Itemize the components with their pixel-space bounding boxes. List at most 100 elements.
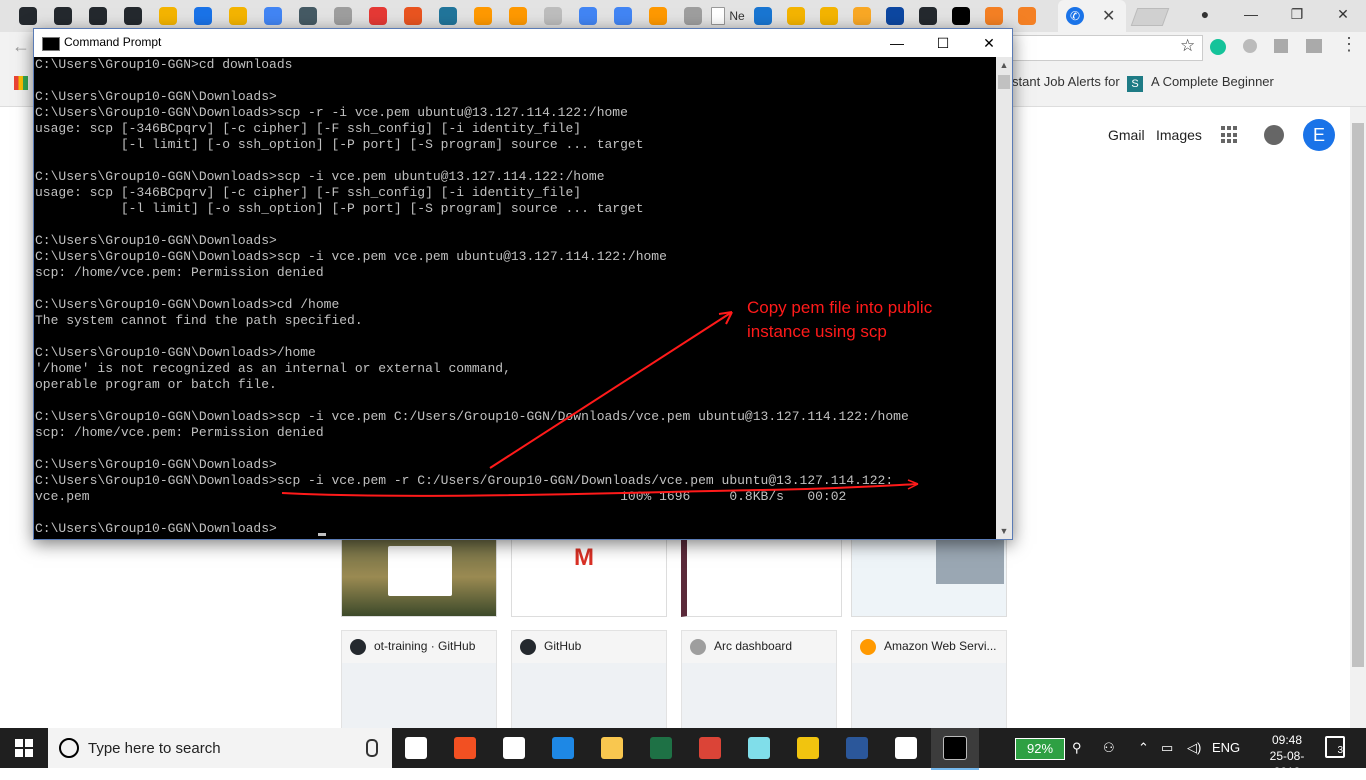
network-icon[interactable]: ▭ xyxy=(1161,740,1173,756)
profile-icon[interactable]: ● xyxy=(1182,0,1228,28)
taskbar-app[interactable] xyxy=(931,728,979,770)
extension-icon[interactable] xyxy=(1306,39,1322,53)
battery-indicator[interactable]: 92% xyxy=(1015,738,1065,760)
volume-icon[interactable]: ◁) xyxy=(1187,740,1201,756)
notification-count: 3 xyxy=(1337,745,1343,756)
address-bar[interactable] xyxy=(1012,35,1203,61)
drive-icon xyxy=(159,7,177,25)
google-apps-icon[interactable] xyxy=(1221,126,1239,144)
taskbar-app[interactable] xyxy=(588,728,636,768)
apps-icon[interactable] xyxy=(14,76,28,90)
file-explorer-icon xyxy=(601,737,623,759)
arrow-up-icon xyxy=(754,7,772,25)
tile-preview xyxy=(682,663,836,729)
extension-icon[interactable] xyxy=(1243,39,1257,53)
mail-icon xyxy=(503,737,525,759)
most-visited-thumbnail[interactable] xyxy=(681,537,842,617)
minimize-button[interactable]: — xyxy=(874,29,920,57)
tile-title: ot-training · GitHub xyxy=(374,639,476,653)
gmail-link[interactable]: Gmail xyxy=(1108,127,1145,143)
taskbar-app[interactable] xyxy=(539,728,587,768)
windows-taskbar: Type here to search 92% ⚲ ⚇ ⌃ ▭ ◁) ENG 0… xyxy=(0,728,1366,779)
taskbar-app[interactable] xyxy=(686,728,734,768)
scrollbar-thumb[interactable] xyxy=(1352,123,1364,667)
most-visited-tile[interactable]: ot-training · GitHub xyxy=(341,630,497,730)
close-button[interactable]: ✕ xyxy=(966,29,1012,57)
info-icon xyxy=(886,7,904,25)
most-visited-thumbnail[interactable]: M xyxy=(511,537,667,617)
scroll-down-icon[interactable]: ▼ xyxy=(996,523,1012,539)
people-icon[interactable]: ⚇ xyxy=(1103,740,1115,756)
site-favicon-icon xyxy=(350,639,366,655)
minimize-icon[interactable]: — xyxy=(1228,0,1274,28)
most-visited-tile[interactable]: GitHub xyxy=(511,630,667,730)
github-icon xyxy=(89,7,107,25)
github-icon xyxy=(19,7,37,25)
chrome-icon xyxy=(699,737,721,759)
google-icon xyxy=(264,7,282,25)
bookmark-job-alerts[interactable]: stant Job Alerts for xyxy=(1012,74,1120,89)
annotation-caption: Copy pem file into public instance using… xyxy=(747,298,933,341)
tile-title: Arc dashboard xyxy=(714,639,793,653)
cmd-title-bar[interactable]: Command Prompt — ☐ ✕ xyxy=(34,29,1012,57)
page-scrollbar[interactable] xyxy=(1350,107,1366,728)
taskbar-app[interactable] xyxy=(441,728,489,768)
cmd-icon xyxy=(42,37,60,51)
most-visited-thumbnail[interactable] xyxy=(851,537,1007,617)
taskbar-app[interactable] xyxy=(392,728,440,768)
browser-tab[interactable] xyxy=(1009,0,1045,32)
command-prompt-window[interactable]: Command Prompt — ☐ ✕ C:\Users\Group10-GG… xyxy=(33,28,1013,540)
taskbar-app[interactable] xyxy=(735,728,783,768)
github-icon xyxy=(54,7,72,25)
new-tab-button[interactable] xyxy=(1130,8,1170,26)
cloud-icon xyxy=(544,7,562,25)
aws-icon xyxy=(474,7,492,25)
drive-icon xyxy=(229,7,247,25)
maximize-button[interactable]: ☐ xyxy=(920,29,966,57)
most-visited-thumbnail[interactable] xyxy=(341,537,497,617)
stackoverflow-icon xyxy=(1018,7,1036,25)
tile-title: Amazon Web Servi... xyxy=(884,639,997,653)
extension-icon[interactable] xyxy=(1274,39,1288,53)
menu-icon[interactable]: ⋮ xyxy=(1340,34,1358,55)
taskbar-app[interactable] xyxy=(490,728,538,768)
start-button[interactable] xyxy=(0,728,48,768)
grammarly-icon[interactable] xyxy=(1210,39,1226,55)
command-prompt-icon xyxy=(943,736,967,760)
show-hidden-icons-icon[interactable]: ⌃ xyxy=(1138,740,1149,756)
restore-icon[interactable]: ❐ xyxy=(1274,0,1320,28)
system-clock[interactable]: 09:48 25-08-2018 xyxy=(1262,732,1312,780)
download-icon xyxy=(194,7,212,25)
account-avatar[interactable]: E xyxy=(1303,119,1335,151)
taskbar-app[interactable] xyxy=(833,728,881,768)
microphone-icon[interactable] xyxy=(366,739,378,757)
usb-icon[interactable]: ⚲ xyxy=(1072,740,1082,756)
clock-date: 25-08-2018 xyxy=(1269,749,1305,779)
bookmark-star-icon[interactable]: ☆ xyxy=(1180,36,1195,56)
action-center-icon[interactable]: 3 xyxy=(1325,736,1345,758)
cmd-scrollbar[interactable]: ▲ ▼ xyxy=(996,57,1012,539)
notifications-bell-icon[interactable] xyxy=(1264,125,1284,145)
language-indicator[interactable]: ENG xyxy=(1212,740,1240,755)
gmail-logo-icon: M xyxy=(574,544,594,571)
close-tab-icon[interactable]: ✕ xyxy=(1102,6,1115,26)
most-visited-tile[interactable]: Amazon Web Servi... xyxy=(851,630,1007,730)
taskbar-app[interactable] xyxy=(882,728,930,768)
scroll-up-icon[interactable]: ▲ xyxy=(996,57,1012,73)
images-link[interactable]: Images xyxy=(1156,127,1202,143)
taskbar-app[interactable] xyxy=(784,728,832,768)
scrollbar-thumb[interactable] xyxy=(998,75,1010,89)
most-visited-tile[interactable]: Arc dashboard xyxy=(681,630,837,730)
tile-title: GitHub xyxy=(544,639,582,653)
scribd-icon: S xyxy=(1127,76,1143,92)
drive-icon xyxy=(787,7,805,25)
taskbar-search[interactable]: Type here to search xyxy=(48,728,392,768)
github-icon xyxy=(919,7,937,25)
taskbar-app[interactable] xyxy=(637,728,685,768)
tile-preview xyxy=(852,663,1006,729)
google-icon xyxy=(614,7,632,25)
bookmark-beginner[interactable]: A Complete Beginner xyxy=(1151,74,1274,89)
back-arrow-icon[interactable]: ← xyxy=(12,36,30,57)
tab-active[interactable]: ✆ ✕ xyxy=(1058,0,1126,32)
close-icon[interactable]: ✕ xyxy=(1320,0,1366,28)
